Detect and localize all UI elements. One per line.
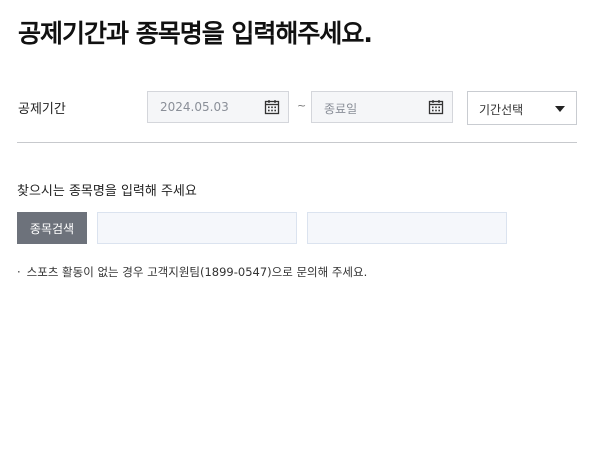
calendar-icon[interactable] xyxy=(420,92,452,122)
notice-text: · 스포츠 활동이 없는 경우 고객지원팀(1899-0547)으로 문의해 주세… xyxy=(17,264,367,280)
period-select-value: 기간선택 xyxy=(479,103,524,117)
stock-code-field[interactable] xyxy=(97,212,297,244)
search-guide-text: 찾으시는 종목명을 입력해 주세요 xyxy=(17,184,197,199)
chevron-down-icon xyxy=(555,106,565,112)
end-date-input[interactable]: 종료일 xyxy=(311,91,453,123)
start-date-input[interactable]: 2024.05.03 xyxy=(147,91,289,123)
end-date-placeholder: 종료일 xyxy=(324,102,358,116)
page-title: 공제기간과 종목명을 입력해주세요. xyxy=(18,19,373,48)
start-date-value: 2024.05.03 xyxy=(160,100,229,114)
period-select[interactable]: 기간선택 xyxy=(467,91,577,125)
notice-message: 스포츠 활동이 없는 경우 고객지원팀(1899-0547)으로 문의해 주세요… xyxy=(26,265,368,279)
calendar-icon[interactable] xyxy=(256,92,288,122)
section-divider xyxy=(17,142,577,143)
notice-bullet: · xyxy=(17,265,21,279)
stock-name-field[interactable] xyxy=(307,212,507,244)
date-separator: ~ xyxy=(297,99,307,112)
search-stock-button[interactable]: 종목검색 xyxy=(17,212,87,244)
period-label: 공제기간 xyxy=(18,102,66,117)
